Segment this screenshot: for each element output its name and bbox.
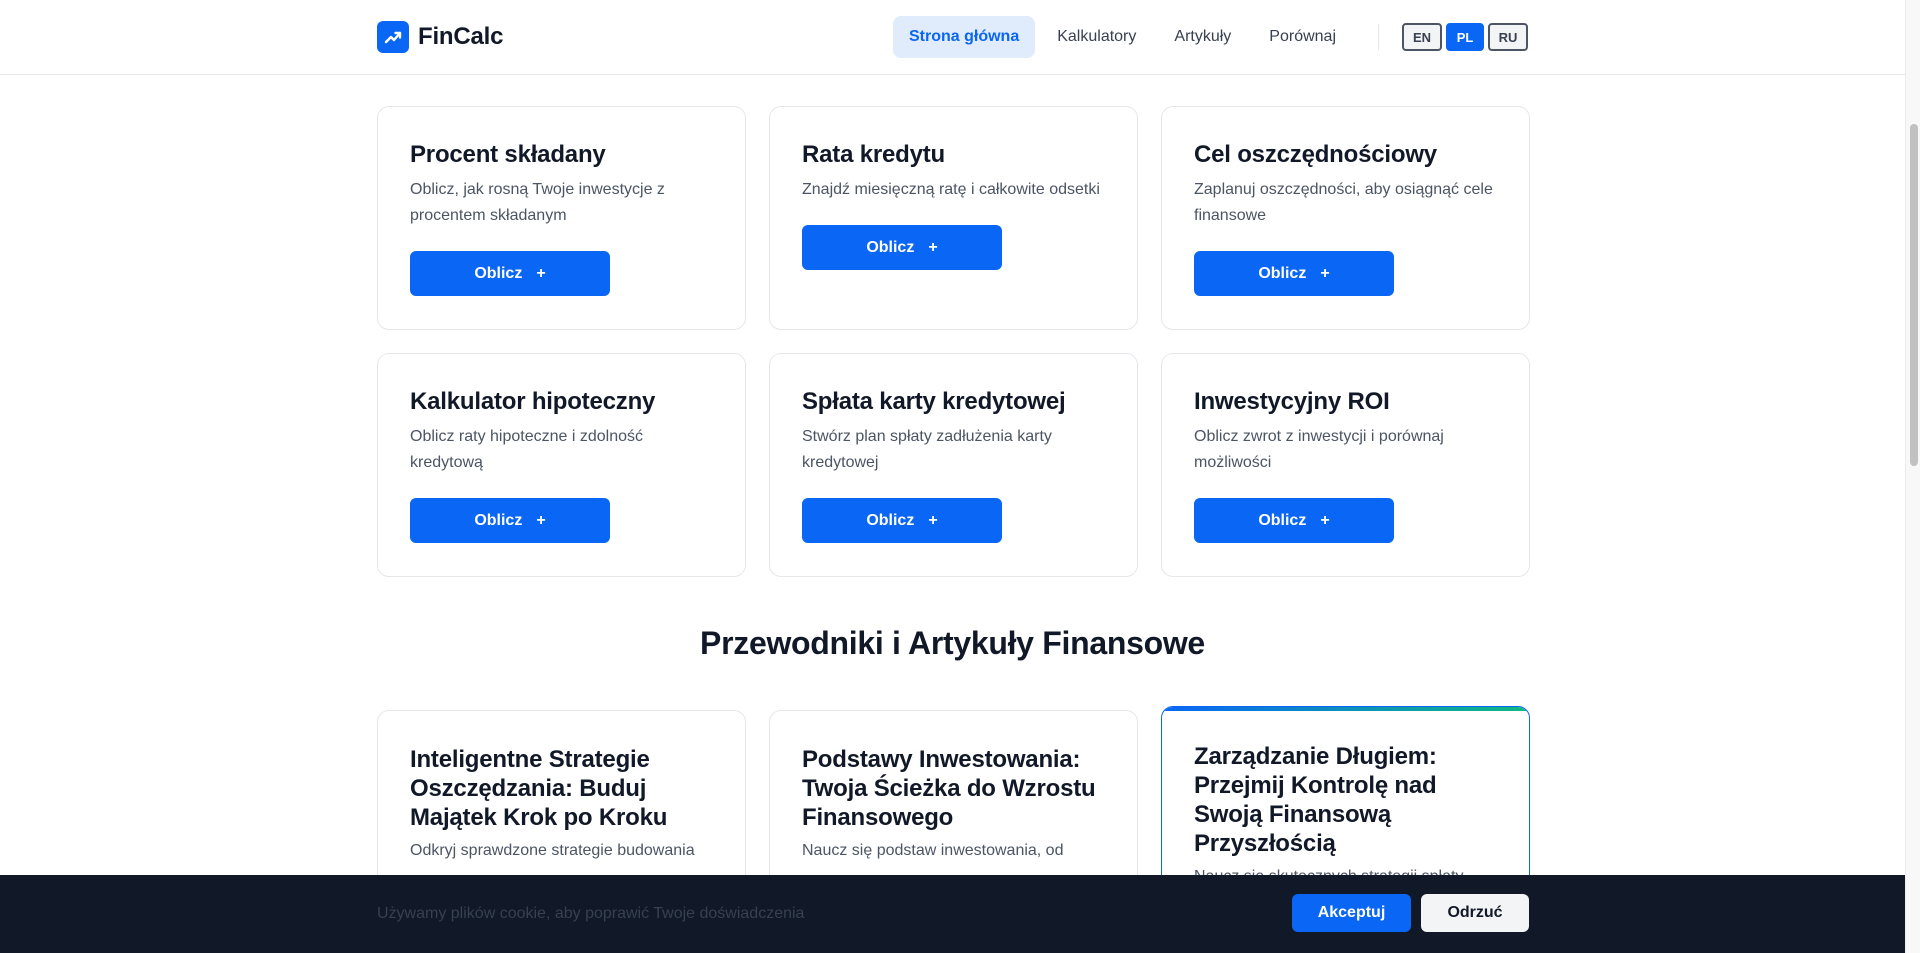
calculate-button[interactable]: Oblicz + — [802, 498, 1002, 543]
language-switcher: EN PL RU — [1402, 23, 1528, 51]
calculator-title: Inwestycyjny ROI — [1194, 388, 1390, 415]
cookie-message: Używamy plików cookie, aby poprawić Twoj… — [377, 905, 805, 922]
calculator-description: Oblicz, jak rosną Twoje inwestycje z pro… — [410, 181, 665, 224]
logo-link[interactable]: FinCalc — [377, 21, 503, 53]
article-title: Podstawy Inwestowania: Twoja Ścieżka do … — [802, 746, 1096, 831]
article-description: Odkryj sprawdzone strategie budowania — [410, 842, 695, 859]
site-header: FinCalc Strona główna Kalkulatory Artyku… — [0, 0, 1905, 75]
calculate-button[interactable]: Oblicz + — [1194, 498, 1394, 543]
scrollbar-thumb[interactable] — [1910, 124, 1918, 466]
calculator-card: Procent składany Oblicz, jak rosną Twoje… — [377, 106, 746, 330]
calculate-button[interactable]: Oblicz + — [1194, 251, 1394, 296]
calculate-button-label: Oblicz — [866, 238, 915, 256]
calculator-title: Cel oszczędnościowy — [1194, 141, 1437, 168]
calculator-description: Oblicz zwrot z inwestycji i porównaj moż… — [1194, 428, 1444, 471]
nav-item-calculators[interactable]: Kalkulatory — [1041, 16, 1152, 58]
article-title: Zarządzanie Długiem: Przejmij Kontrolę n… — [1194, 743, 1437, 857]
calculator-description: Zaplanuj oszczędności, aby osiągnąć cele… — [1194, 181, 1493, 224]
calculator-card: Inwestycyjny ROI Oblicz zwrot z inwestyc… — [1161, 353, 1530, 577]
calculator-card: Kalkulator hipoteczny Oblicz raty hipote… — [377, 353, 746, 577]
calculate-button[interactable]: Oblicz + — [410, 498, 610, 543]
calculate-button[interactable]: Oblicz + — [410, 251, 610, 296]
lang-button-en[interactable]: EN — [1402, 23, 1442, 51]
calculate-button[interactable]: Oblicz + — [802, 225, 1002, 270]
plus-icon: + — [928, 511, 938, 529]
calculator-title: Spłata karty kredytowej — [802, 388, 1066, 415]
article-title: Inteligentne Strategie Oszczędzania: Bud… — [410, 746, 668, 831]
reject-cookies-button[interactable]: Odrzuć — [1421, 894, 1529, 932]
calculator-title: Rata kredytu — [802, 141, 945, 168]
plus-icon: + — [928, 238, 938, 256]
calculator-card: Spłata karty kredytowej Stwórz plan spła… — [769, 353, 1138, 577]
lang-button-pl[interactable]: PL — [1446, 23, 1484, 51]
calculator-card: Cel oszczędnościowy Zaplanuj oszczędnośc… — [1161, 106, 1530, 330]
plus-icon: + — [536, 264, 546, 282]
calculate-button-label: Oblicz — [866, 511, 915, 529]
nav-item-home[interactable]: Strona główna — [893, 16, 1036, 58]
section-title: Przewodniki i Artykuły Finansowe — [700, 625, 1205, 661]
plus-icon: + — [1320, 511, 1330, 529]
page-scrollbar[interactable] — [1905, 0, 1920, 953]
plus-icon: + — [536, 511, 546, 529]
accept-cookies-button[interactable]: Akceptuj — [1292, 894, 1411, 932]
article-description: Naucz się podstaw inwestowania, od — [802, 842, 1064, 859]
trending-up-icon — [377, 21, 409, 53]
calculator-card: Rata kredytu Znajdź miesięczną ratę i ca… — [769, 106, 1138, 330]
calculator-description: Znajdź miesięczną ratę i całkowite odset… — [802, 181, 1100, 198]
nav-divider — [1378, 24, 1379, 50]
nav-item-compare[interactable]: Porównaj — [1253, 16, 1352, 58]
calculate-button-label: Oblicz — [1258, 264, 1307, 282]
calculator-description: Oblicz raty hipoteczne i zdolność kredyt… — [410, 428, 643, 471]
calculator-title: Kalkulator hipoteczny — [410, 388, 656, 415]
cookie-banner: Używamy plików cookie, aby poprawić Twoj… — [0, 875, 1905, 953]
calculator-title: Procent składany — [410, 141, 606, 168]
calculate-button-label: Oblicz — [474, 264, 523, 282]
nav-item-articles[interactable]: Artykuły — [1158, 16, 1247, 58]
main-nav: Strona główna Kalkulatory Artykuły Porów… — [893, 16, 1352, 58]
calculate-button-label: Oblicz — [474, 511, 523, 529]
lang-button-ru[interactable]: RU — [1488, 23, 1528, 51]
calculate-button-label: Oblicz — [1258, 511, 1307, 529]
brand-name: FinCalc — [418, 23, 504, 50]
calculator-description: Stwórz plan spłaty zadłużenia karty kred… — [802, 428, 1052, 471]
plus-icon: + — [1320, 264, 1330, 282]
